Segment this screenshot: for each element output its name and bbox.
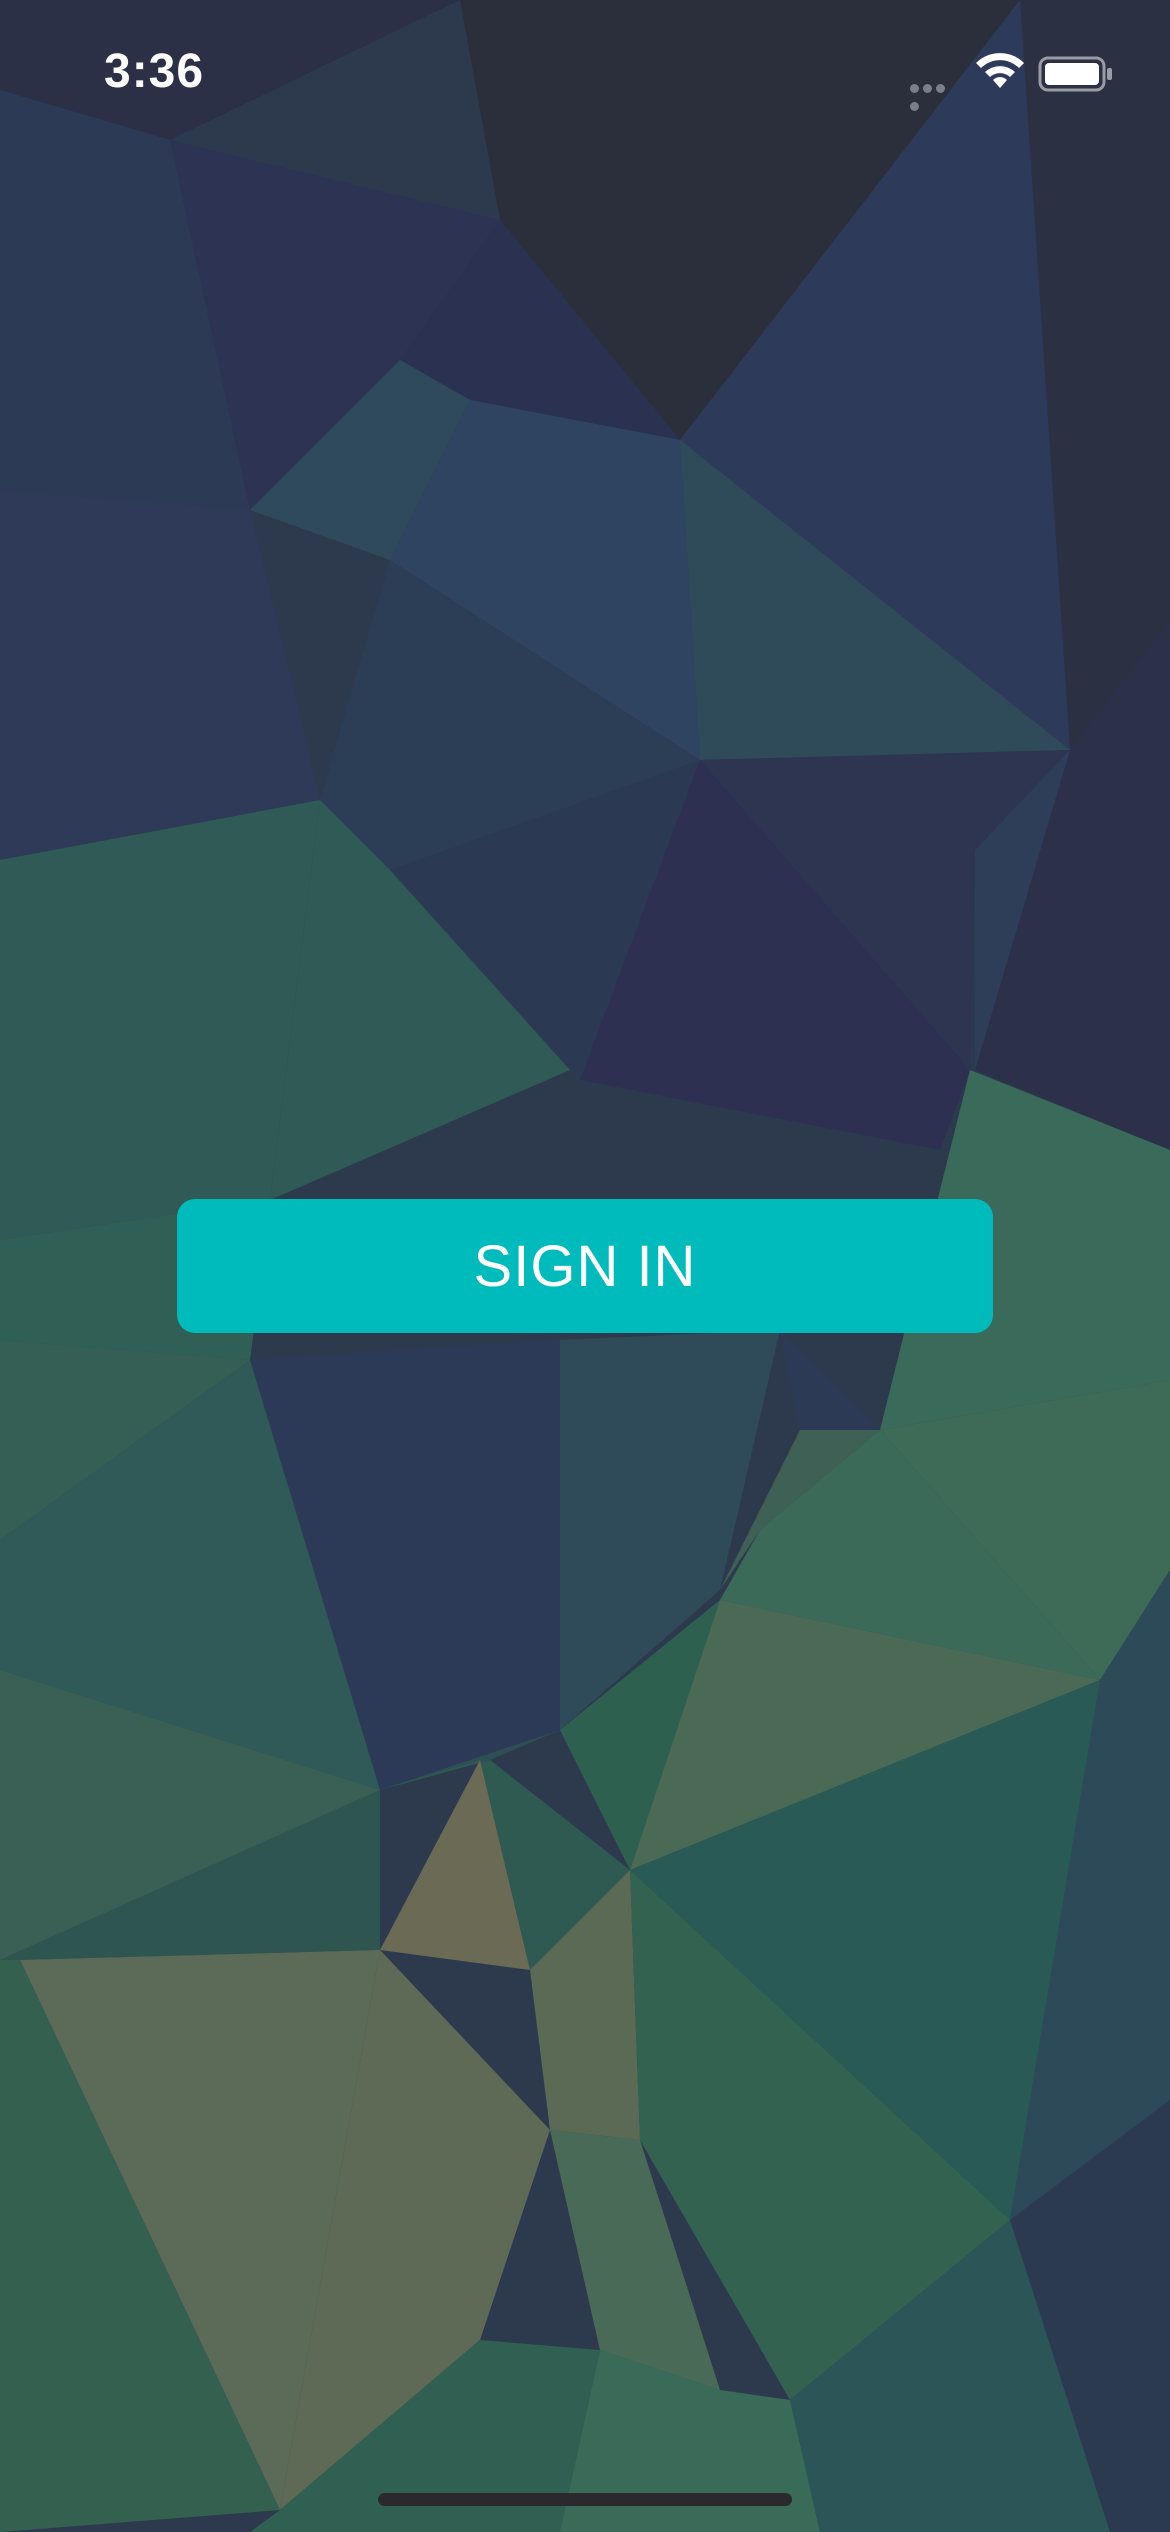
sign-in-button[interactable]: SIGN IN: [177, 1199, 993, 1333]
status-time: 3:36: [104, 45, 205, 98]
wifi-icon: [976, 53, 1024, 88]
sign-in-screen: 3:36 SIGN IN: [0, 0, 1170, 2532]
cellular-dots-icon: [910, 80, 960, 111]
battery-icon: [1038, 56, 1112, 92]
status-bar: 3:36: [0, 0, 1170, 140]
home-indicator-bar[interactable]: [378, 2493, 792, 2506]
